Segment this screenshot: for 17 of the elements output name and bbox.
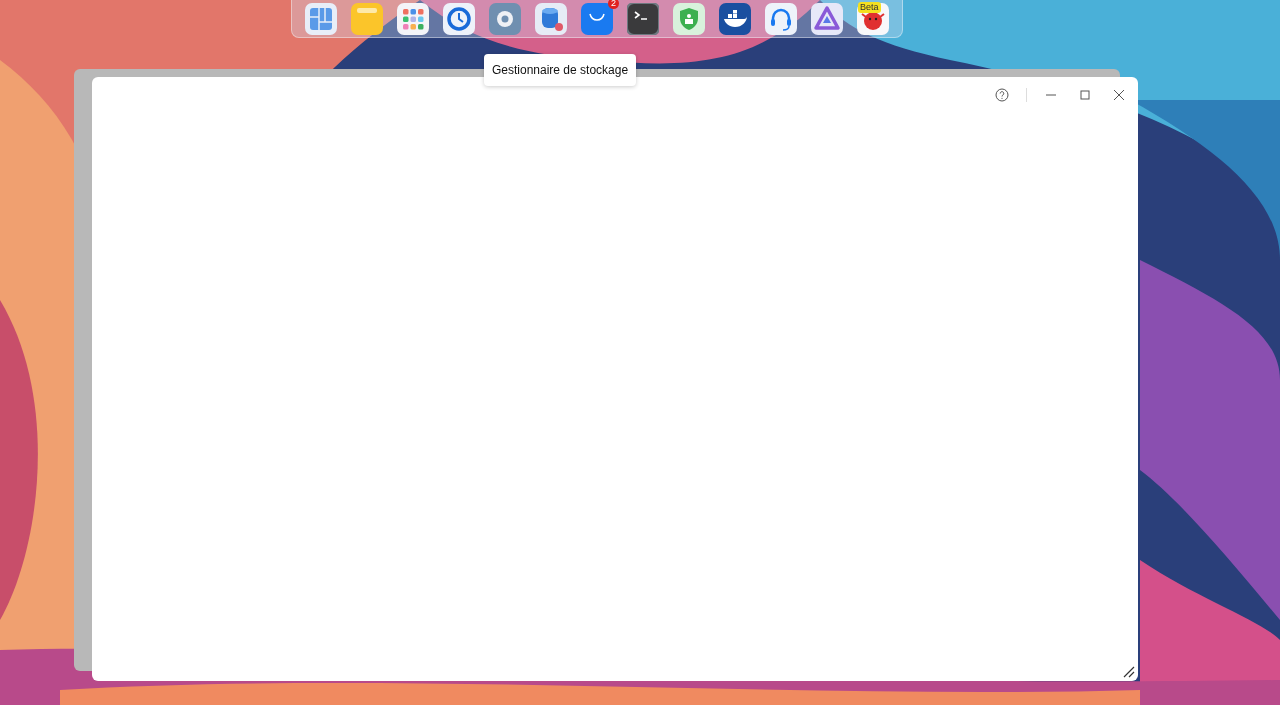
beta-label: Beta [858,1,881,13]
resize-grip-icon[interactable] [1123,666,1135,678]
help-icon[interactable] [995,88,1009,102]
shield-icon[interactable] [673,2,705,35]
shopping-bag-icon[interactable] [581,2,613,35]
app-grid-icon[interactable] [397,2,429,35]
panels-icon[interactable] [305,2,337,35]
clock-icon[interactable] [443,2,475,35]
close-icon[interactable] [1112,88,1126,102]
settings-icon[interactable] [489,2,521,35]
whale-icon[interactable] [719,2,751,35]
terminal-icon[interactable] [627,2,659,35]
tooltip: Gestionnaire de stockage [484,54,637,86]
headset-icon[interactable] [765,2,797,35]
maximize-icon[interactable] [1078,88,1092,102]
notification-badge: 2 [608,0,619,9]
database-icon[interactable] [535,2,567,35]
